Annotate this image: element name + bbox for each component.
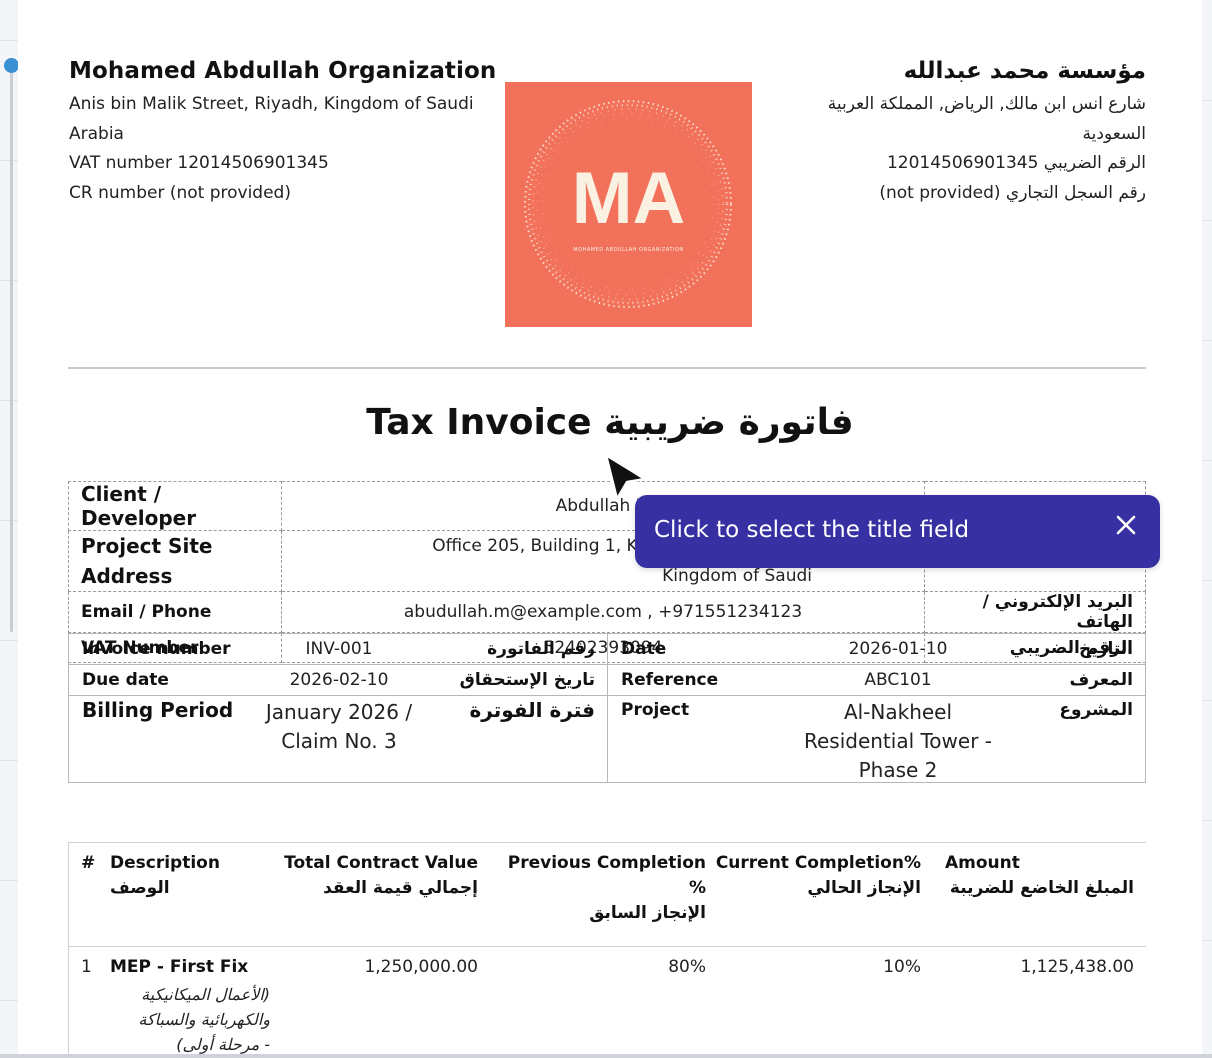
invoice-number-label: Invoice number	[82, 639, 231, 659]
logo-subtitle: MOHAMED ABDULLAH ORGANIZATION	[573, 247, 684, 253]
reference-label-ar: المعرف	[1069, 670, 1133, 690]
org-name-en[interactable]: Mohamed Abdullah Organization	[69, 58, 499, 84]
hint-tooltip-text: Click to select the title field	[654, 517, 970, 543]
col-header-previous-en: Previous Completion %	[507, 853, 706, 898]
org-address-en-1[interactable]: Anis bin Malik Street, Riyadh, Kingdom o…	[69, 90, 499, 120]
billing-period-line-2: Claim No. 3	[281, 729, 397, 753]
project-label: Project	[621, 700, 690, 720]
row-1-amount[interactable]: 1,125,438.00	[968, 957, 1134, 977]
col-header-amount: Amount	[945, 853, 1020, 873]
site-label: Project Site Address	[68, 530, 282, 592]
org-address-ar-2[interactable]: السعودية	[746, 120, 1146, 150]
close-icon[interactable]	[1114, 513, 1138, 537]
col-header-total-contract-ar: إجمالي قيمة العقد	[323, 878, 478, 898]
row-1-number: 1	[81, 957, 92, 977]
email-row: Email / Phone abudullah.m@example.com , …	[68, 591, 1146, 633]
date-label: Date	[621, 639, 667, 659]
mouse-cursor-icon	[604, 453, 647, 501]
project-line-3: Phase 2	[858, 758, 938, 782]
date-row: Date 2026-01-10 التاريخ	[608, 634, 1145, 665]
org-address-ar-1[interactable]: شارع انس ابن مالك, الرياض, المملكة العرب…	[746, 90, 1146, 120]
col-header-description-ar: الوصف	[110, 878, 170, 898]
email-label: Email / Phone	[68, 591, 282, 633]
project-line-2: Residential Tower -	[803, 729, 993, 753]
invoice-info-right: Date 2026-01-10 التاريخ Reference ABC101…	[608, 634, 1145, 782]
date-value[interactable]: 2026-01-10	[823, 634, 973, 664]
col-header-description: Description الوصف	[110, 851, 220, 901]
project-line-1: Al-Nakheel	[843, 700, 953, 724]
billing-period-row: Billing Period January 2026 / Claim No. …	[69, 696, 607, 782]
reference-label: Reference	[621, 670, 719, 690]
right-gutter	[1202, 0, 1212, 1058]
row-1-previous[interactable]: 80%	[608, 957, 706, 977]
col-header-previous-ar: الإنجاز السابق	[589, 903, 706, 923]
site-label-line-2: Address	[81, 564, 173, 588]
col-header-current: Current Completion% الإنجاز الحالي	[713, 851, 921, 901]
col-header-description-en: Description	[110, 853, 220, 873]
col-header-current-en: Current Completion%	[715, 853, 921, 873]
billing-period-label-ar: فترة الفوترة	[469, 698, 595, 722]
col-header-total-contract-en: Total Contract Value	[284, 853, 478, 873]
due-date-label: Due date	[82, 670, 169, 690]
org-cr-en[interactable]: CR number (not provided)	[69, 179, 499, 209]
row-1-description-en[interactable]: MEP - First Fix	[110, 957, 248, 977]
col-header-previous: Previous Completion % الإنجاز السابق	[488, 851, 706, 926]
site-label-line-1: Project Site	[81, 534, 213, 558]
bottom-edge	[0, 1054, 1212, 1058]
hint-tooltip[interactable]: Click to select the title field	[635, 495, 1160, 568]
org-header-arabic: مؤسسة محمد عبدالله شارع انس ابن مالك, ال…	[746, 58, 1146, 208]
org-vat-ar[interactable]: الرقم الضريبي 12014506901345	[746, 149, 1146, 179]
billing-period-label: Billing Period	[82, 698, 234, 722]
header-divider	[68, 367, 1146, 369]
email-value[interactable]: abudullah.m@example.com , +971551234123	[281, 591, 925, 633]
org-name-ar[interactable]: مؤسسة محمد عبدالله	[746, 58, 1146, 84]
project-label-ar: المشروع	[1059, 700, 1133, 720]
row-1-description-ar-line-2: والكهربائية والسباكة	[138, 1010, 270, 1029]
col-header-total-contract: Total Contract Value إجمالي قيمة العقد	[278, 851, 478, 901]
date-label-ar: التاريخ	[1079, 639, 1133, 659]
invoice-number-label-ar: رقم الفاتورة	[487, 639, 595, 659]
row-1-total-contract[interactable]: 1,250,000.00	[318, 957, 478, 977]
row-1-current[interactable]: 10%	[821, 957, 921, 977]
email-label-ar: البريد الإلكتروني / الهاتف	[924, 591, 1146, 633]
due-date-label-ar: تاريخ الإستحقاق	[459, 670, 595, 690]
due-date-value[interactable]: 2026-02-10	[269, 665, 409, 695]
row-1-description-ar[interactable]: (الأعمال الميكانيكية والكهربائية والسباك…	[110, 982, 270, 1057]
row-1-description-ar-line-1: (الأعمال الميكانيكية	[141, 985, 270, 1004]
reference-value[interactable]: ABC101	[823, 665, 973, 695]
company-logo[interactable]: MA MOHAMED ABDULLAH ORGANIZATION	[505, 82, 752, 327]
project-row: Project Al-Nakheel Residential Tower - P…	[608, 696, 1145, 782]
org-vat-en[interactable]: VAT number 12014506901345	[69, 149, 499, 179]
invoice-info-left: Invoice number INV-001 رقم الفاتورة Due …	[69, 634, 608, 782]
org-address-en-2[interactable]: Arabia	[69, 120, 499, 150]
invoice-number-value[interactable]: INV-001	[269, 634, 409, 664]
reference-row: Reference ABC101 المعرف	[608, 665, 1145, 696]
billing-period-value[interactable]: January 2026 / Claim No. 3	[249, 698, 429, 756]
invoice-number-row: Invoice number INV-001 رقم الفاتورة	[69, 634, 607, 665]
col-header-number: #	[81, 853, 96, 873]
scrollbar-track[interactable]	[10, 72, 13, 632]
scroll-handle[interactable]	[4, 58, 19, 73]
project-value[interactable]: Al-Nakheel Residential Tower - Phase 2	[788, 698, 1008, 785]
logo-monogram: MA	[571, 158, 686, 239]
client-label: Client / Developer	[68, 481, 282, 531]
billing-period-line-1: January 2026 /	[265, 700, 413, 724]
col-header-current-ar: الإنجاز الحالي	[807, 878, 921, 898]
due-date-row: Due date 2026-02-10 تاريخ الإستحقاق	[69, 665, 607, 696]
org-cr-ar[interactable]: رقم السجل التجاري (not provided)	[746, 179, 1146, 209]
col-header-amount-ar: المبلغ الخاضع للضريبة	[949, 878, 1134, 898]
invoice-info-block: Invoice number INV-001 رقم الفاتورة Due …	[68, 633, 1146, 783]
org-header-english: Mohamed Abdullah Organization Anis bin M…	[69, 58, 499, 208]
invoice-title[interactable]: Tax Invoice فاتورة ضريبية	[18, 402, 1202, 443]
